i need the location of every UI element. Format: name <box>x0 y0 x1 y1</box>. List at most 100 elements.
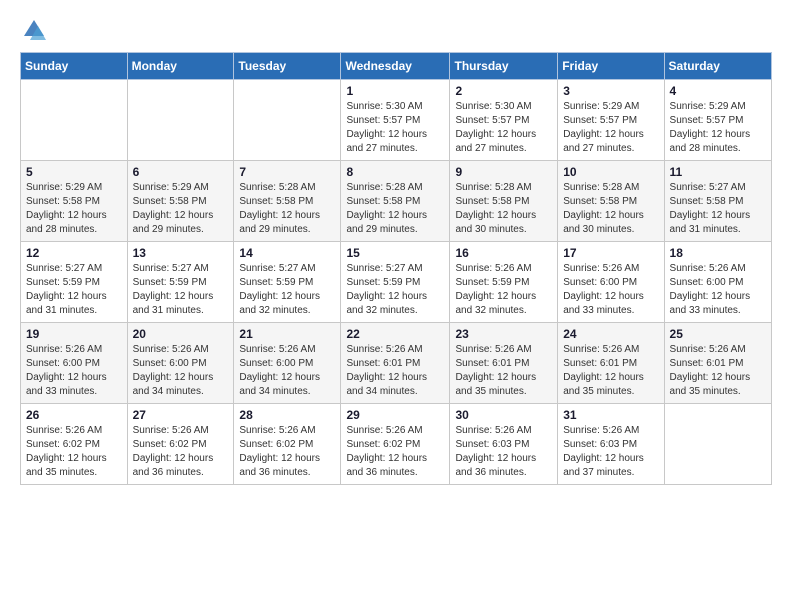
calendar-cell: 12 Sunrise: 5:27 AMSunset: 5:59 PMDayligh… <box>21 242 128 323</box>
day-number: 2 <box>455 84 552 98</box>
day-number: 12 <box>26 246 122 260</box>
calendar-cell <box>664 404 771 485</box>
calendar-header-monday: Monday <box>127 53 234 80</box>
day-number: 10 <box>563 165 658 179</box>
day-number: 24 <box>563 327 658 341</box>
calendar-cell <box>234 80 341 161</box>
day-info: Sunrise: 5:26 AMSunset: 6:02 PMDaylight:… <box>239 424 335 480</box>
day-info: Sunrise: 5:30 AMSunset: 5:57 PMDaylight:… <box>346 100 444 156</box>
day-info: Sunrise: 5:30 AMSunset: 5:57 PMDaylight:… <box>455 100 552 156</box>
calendar-cell: 10 Sunrise: 5:28 AMSunset: 5:58 PMDayligh… <box>558 161 664 242</box>
day-number: 4 <box>670 84 766 98</box>
day-number: 6 <box>133 165 229 179</box>
calendar-cell: 13 Sunrise: 5:27 AMSunset: 5:59 PMDayligh… <box>127 242 234 323</box>
calendar-cell: 11 Sunrise: 5:27 AMSunset: 5:58 PMDayligh… <box>664 161 771 242</box>
day-info: Sunrise: 5:27 AMSunset: 5:59 PMDaylight:… <box>133 262 229 318</box>
day-info: Sunrise: 5:26 AMSunset: 6:03 PMDaylight:… <box>455 424 552 480</box>
day-number: 14 <box>239 246 335 260</box>
calendar-header-row: SundayMondayTuesdayWednesdayThursdayFrid… <box>21 53 772 80</box>
calendar-week-3: 12 Sunrise: 5:27 AMSunset: 5:59 PMDayligh… <box>21 242 772 323</box>
day-info: Sunrise: 5:26 AMSunset: 6:01 PMDaylight:… <box>563 343 658 399</box>
day-info: Sunrise: 5:27 AMSunset: 5:59 PMDaylight:… <box>239 262 335 318</box>
day-number: 5 <box>26 165 122 179</box>
calendar-week-1: 1 Sunrise: 5:30 AMSunset: 5:57 PMDaylight… <box>21 80 772 161</box>
day-info: Sunrise: 5:26 AMSunset: 6:02 PMDaylight:… <box>133 424 229 480</box>
day-number: 15 <box>346 246 444 260</box>
calendar-week-5: 26 Sunrise: 5:26 AMSunset: 6:02 PMDayligh… <box>21 404 772 485</box>
day-number: 11 <box>670 165 766 179</box>
day-info: Sunrise: 5:28 AMSunset: 5:58 PMDaylight:… <box>563 181 658 237</box>
calendar-week-4: 19 Sunrise: 5:26 AMSunset: 6:00 PMDayligh… <box>21 323 772 404</box>
calendar-cell: 3 Sunrise: 5:29 AMSunset: 5:57 PMDaylight… <box>558 80 664 161</box>
calendar-cell: 1 Sunrise: 5:30 AMSunset: 5:57 PMDaylight… <box>341 80 450 161</box>
day-number: 17 <box>563 246 658 260</box>
page-header <box>20 16 772 44</box>
day-info: Sunrise: 5:26 AMSunset: 6:00 PMDaylight:… <box>26 343 122 399</box>
day-number: 13 <box>133 246 229 260</box>
calendar-cell: 18Sunrise: 5:26 AMSunset: 6:00 PMDayligh… <box>664 242 771 323</box>
calendar-cell: 20 Sunrise: 5:26 AMSunset: 6:00 PMDayligh… <box>127 323 234 404</box>
calendar-cell <box>127 80 234 161</box>
day-number: 9 <box>455 165 552 179</box>
day-info: Sunrise: 5:29 AMSunset: 5:57 PMDaylight:… <box>670 100 766 156</box>
day-info: Sunrise: 5:26 AMSunset: 5:59 PMDaylight:… <box>455 262 552 318</box>
calendar-cell: 23Sunrise: 5:26 AMSunset: 6:01 PMDayligh… <box>450 323 558 404</box>
day-number: 26 <box>26 408 122 422</box>
day-number: 16 <box>455 246 552 260</box>
calendar-cell: 2 Sunrise: 5:30 AMSunset: 5:57 PMDaylight… <box>450 80 558 161</box>
logo-icon <box>20 16 48 44</box>
calendar-cell: 30 Sunrise: 5:26 AMSunset: 6:03 PMDayligh… <box>450 404 558 485</box>
day-number: 25 <box>670 327 766 341</box>
day-number: 1 <box>346 84 444 98</box>
day-info: Sunrise: 5:26 AMSunset: 6:00 PMDaylight:… <box>563 262 658 318</box>
calendar-cell: 27 Sunrise: 5:26 AMSunset: 6:02 PMDayligh… <box>127 404 234 485</box>
day-info: Sunrise: 5:26 AMSunset: 6:02 PMDaylight:… <box>26 424 122 480</box>
day-number: 7 <box>239 165 335 179</box>
day-info: Sunrise: 5:28 AMSunset: 5:58 PMDaylight:… <box>239 181 335 237</box>
calendar-cell: 17 Sunrise: 5:26 AMSunset: 6:00 PMDayligh… <box>558 242 664 323</box>
day-number: 19 <box>26 327 122 341</box>
day-info: Sunrise: 5:26 AMSunset: 6:00 PMDaylight:… <box>133 343 229 399</box>
day-number: 22 <box>346 327 444 341</box>
day-info: Sunrise: 5:29 AMSunset: 5:57 PMDaylight:… <box>563 100 658 156</box>
logo <box>20 16 52 44</box>
calendar-header-sunday: Sunday <box>21 53 128 80</box>
day-info: Sunrise: 5:26 AMSunset: 6:03 PMDaylight:… <box>563 424 658 480</box>
calendar-cell: 26 Sunrise: 5:26 AMSunset: 6:02 PMDayligh… <box>21 404 128 485</box>
day-number: 18 <box>670 246 766 260</box>
calendar-cell: 7 Sunrise: 5:28 AMSunset: 5:58 PMDaylight… <box>234 161 341 242</box>
calendar-cell: 21 Sunrise: 5:26 AMSunset: 6:00 PMDayligh… <box>234 323 341 404</box>
calendar-cell: 24 Sunrise: 5:26 AMSunset: 6:01 PMDayligh… <box>558 323 664 404</box>
day-info: Sunrise: 5:26 AMSunset: 6:01 PMDaylight:… <box>670 343 766 399</box>
day-info: Sunrise: 5:26 AMSunset: 6:00 PMDaylight:… <box>239 343 335 399</box>
calendar-cell: 19 Sunrise: 5:26 AMSunset: 6:00 PMDayligh… <box>21 323 128 404</box>
calendar-table: SundayMondayTuesdayWednesdayThursdayFrid… <box>20 52 772 485</box>
day-number: 3 <box>563 84 658 98</box>
calendar-cell: 5 Sunrise: 5:29 AMSunset: 5:58 PMDaylight… <box>21 161 128 242</box>
calendar-cell: 6 Sunrise: 5:29 AMSunset: 5:58 PMDaylight… <box>127 161 234 242</box>
calendar-cell: 8Sunrise: 5:28 AMSunset: 5:58 PMDaylight… <box>341 161 450 242</box>
day-number: 29 <box>346 408 444 422</box>
calendar-cell: 28 Sunrise: 5:26 AMSunset: 6:02 PMDayligh… <box>234 404 341 485</box>
day-info: Sunrise: 5:28 AMSunset: 5:58 PMDaylight:… <box>346 181 444 237</box>
calendar-week-2: 5 Sunrise: 5:29 AMSunset: 5:58 PMDaylight… <box>21 161 772 242</box>
day-number: 28 <box>239 408 335 422</box>
day-number: 30 <box>455 408 552 422</box>
day-info: Sunrise: 5:26 AMSunset: 6:01 PMDaylight:… <box>455 343 552 399</box>
day-info: Sunrise: 5:26 AMSunset: 6:02 PMDaylight:… <box>346 424 444 480</box>
day-number: 31 <box>563 408 658 422</box>
day-info: Sunrise: 5:29 AMSunset: 5:58 PMDaylight:… <box>26 181 122 237</box>
calendar-cell: 25 Sunrise: 5:26 AMSunset: 6:01 PMDayligh… <box>664 323 771 404</box>
day-info: Sunrise: 5:27 AMSunset: 5:59 PMDaylight:… <box>26 262 122 318</box>
day-number: 20 <box>133 327 229 341</box>
calendar-cell: 29 Sunrise: 5:26 AMSunset: 6:02 PMDayligh… <box>341 404 450 485</box>
calendar-header-tuesday: Tuesday <box>234 53 341 80</box>
day-info: Sunrise: 5:27 AMSunset: 5:58 PMDaylight:… <box>670 181 766 237</box>
day-info: Sunrise: 5:27 AMSunset: 5:59 PMDaylight:… <box>346 262 444 318</box>
calendar-header-friday: Friday <box>558 53 664 80</box>
day-info: Sunrise: 5:29 AMSunset: 5:58 PMDaylight:… <box>133 181 229 237</box>
calendar-cell: 9Sunrise: 5:28 AMSunset: 5:58 PMDaylight… <box>450 161 558 242</box>
calendar-cell: 15 Sunrise: 5:27 AMSunset: 5:59 PMDayligh… <box>341 242 450 323</box>
day-number: 27 <box>133 408 229 422</box>
day-number: 21 <box>239 327 335 341</box>
